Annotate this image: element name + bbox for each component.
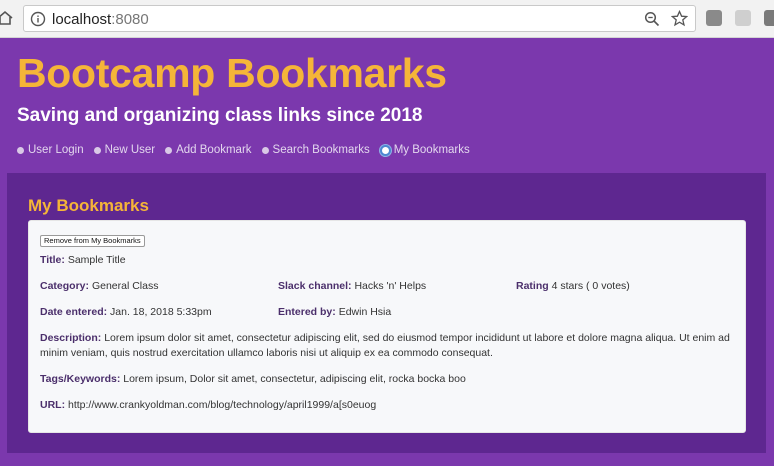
extension-icon[interactable]	[764, 10, 774, 26]
nav-label[interactable]: User Login	[28, 144, 84, 156]
nav-item-new-user[interactable]: New User	[93, 144, 155, 156]
field-label: Tags/Keywords:	[40, 373, 121, 385]
field-label: Category:	[40, 280, 90, 292]
remove-from-my-bookmarks-button[interactable]: Remove from My Bookmarks	[40, 235, 145, 247]
bookmark-title-field: Title: Sample Title	[40, 253, 126, 268]
field-value: Lorem ipsum dolor sit amet, consectetur …	[40, 332, 730, 359]
field-value: Hacks 'n' Helps	[354, 280, 427, 292]
nav-item-add-bookmark[interactable]: Add Bookmark	[165, 144, 252, 156]
url-text[interactable]: localhost:8080	[52, 11, 149, 28]
nav-item-search-bookmarks[interactable]: Search Bookmarks	[261, 144, 370, 156]
nav-label[interactable]: New User	[105, 144, 155, 156]
field-label: URL:	[40, 399, 66, 411]
field-label: Description:	[40, 332, 102, 344]
address-bar[interactable]: localhost:8080	[23, 5, 696, 32]
home-icon[interactable]	[0, 9, 14, 27]
bookmark-url-field: URL: http://www.crankyoldman.com/blog/te…	[40, 398, 376, 413]
nav-label[interactable]: Search Bookmarks	[273, 144, 370, 156]
bookmark-card: Remove from My Bookmarks Title: Sample T…	[28, 220, 746, 433]
nav-menu: User Login New User Add Bookmark Search …	[17, 142, 480, 158]
site-title: Bootcamp Bookmarks	[17, 50, 447, 96]
bookmark-star-icon[interactable]	[671, 10, 688, 27]
url-port: :8080	[111, 11, 149, 28]
bookmark-tags-field: Tags/Keywords: Lorem ipsum, Dolor sit am…	[40, 372, 466, 387]
bookmark-description-field: Description: Lorem ipsum dolor sit amet,…	[40, 331, 740, 361]
browser-toolbar: localhost:8080	[0, 0, 774, 38]
bookmark-date-field: Date entered: Jan. 18, 2018 5:33pm	[40, 305, 212, 320]
field-label: Entered by:	[278, 306, 336, 318]
info-icon[interactable]	[30, 11, 46, 27]
bullet-icon	[93, 146, 101, 154]
field-label: Date entered:	[40, 306, 108, 318]
extension-icon[interactable]	[735, 10, 751, 26]
bookmark-slack-field: Slack channel: Hacks 'n' Helps	[278, 279, 426, 294]
bookmark-rating-field: Rating 4 stars ( 0 votes)	[516, 279, 630, 294]
nav-label[interactable]: My Bookmarks	[394, 144, 470, 156]
field-value: Sample Title	[67, 254, 126, 266]
bullet-icon	[17, 146, 24, 154]
bookmark-category-field: Category: General Class	[40, 279, 158, 294]
nav-item-user-login[interactable]: User Login	[17, 144, 84, 156]
bullet-icon	[379, 144, 391, 156]
bullet-icon	[261, 146, 269, 154]
site-subtitle: Saving and organizing class links since …	[17, 105, 423, 126]
url-host: localhost	[52, 11, 112, 28]
bookmark-entered-by-field: Entered by: Edwin Hsia	[278, 305, 391, 320]
nav-item-my-bookmarks[interactable]: My Bookmarks	[379, 144, 470, 156]
extension-icon[interactable]	[706, 10, 722, 26]
field-value: Jan. 18, 2018 5:33pm	[110, 306, 212, 318]
field-label: Slack channel:	[278, 280, 352, 292]
field-value: Edwin Hsia	[338, 306, 392, 318]
main-panel: My Bookmarks Remove from My Bookmarks Ti…	[7, 173, 766, 453]
bookmark-url-link[interactable]: http://www.crankyoldman.com/blog/technol…	[68, 399, 376, 411]
field-value: Lorem ipsum, Dolor sit amet, consectetur…	[123, 373, 466, 385]
bullet-icon	[165, 146, 173, 154]
zoom-icon[interactable]	[644, 11, 660, 27]
field-value: General Class	[91, 280, 159, 292]
field-value: 4 stars ( 0 votes)	[551, 280, 630, 292]
nav-label[interactable]: Add Bookmark	[176, 144, 251, 156]
field-label: Rating	[516, 280, 549, 292]
field-label: Title:	[40, 254, 65, 266]
section-title: My Bookmarks	[28, 196, 149, 215]
